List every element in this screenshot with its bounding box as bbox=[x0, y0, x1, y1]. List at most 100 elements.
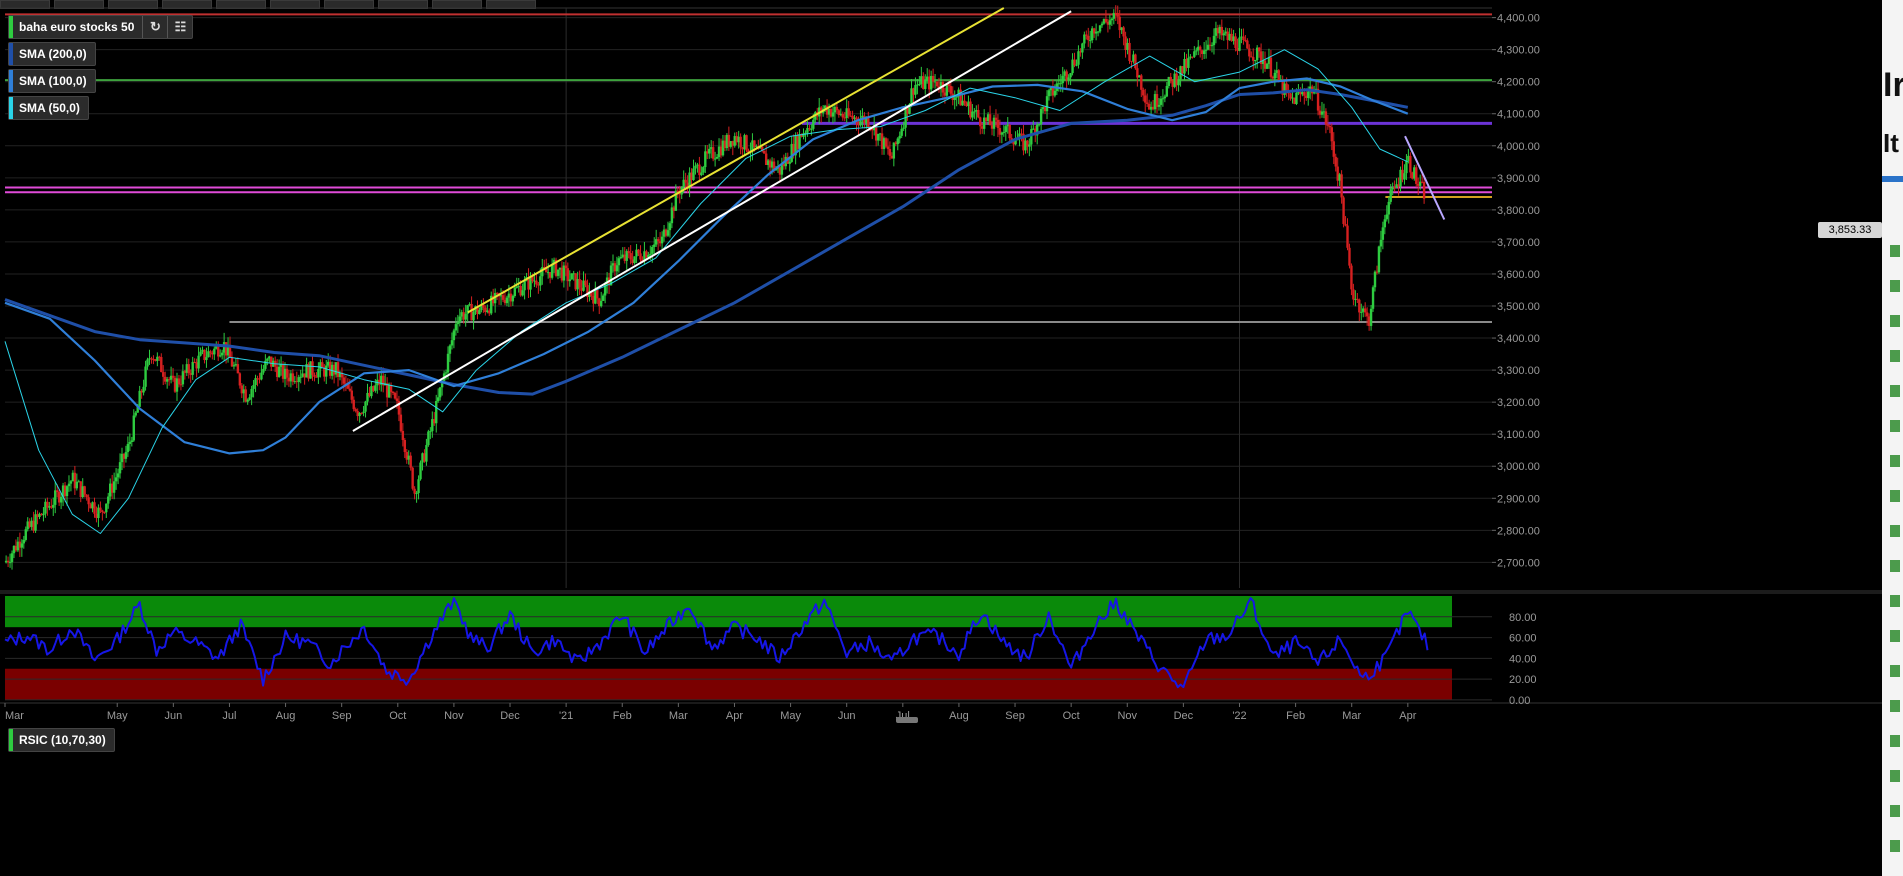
list-item[interactable] bbox=[1890, 630, 1900, 642]
side-panel-accent bbox=[1882, 176, 1903, 182]
sma100-legend[interactable]: SMA (100,0) bbox=[8, 69, 96, 93]
candle-body bbox=[299, 376, 302, 378]
candle-body bbox=[841, 114, 844, 118]
candle-body bbox=[694, 165, 697, 169]
candle-body bbox=[1346, 225, 1349, 248]
rsi-tick-label: 80.00 bbox=[1509, 612, 1537, 624]
candle-body bbox=[1422, 182, 1426, 199]
candle-body bbox=[1344, 223, 1347, 226]
candle-body bbox=[668, 223, 672, 231]
candle-body bbox=[617, 258, 621, 266]
price-chart[interactable]: 2,700.00 2,800.00 2,900.00 3,000.00 3,100.00… bbox=[0, 0, 1882, 876]
list-item[interactable] bbox=[1890, 245, 1900, 257]
candle-body bbox=[321, 362, 324, 368]
candle-body bbox=[660, 236, 664, 244]
list-item[interactable] bbox=[1890, 595, 1900, 607]
candle-body bbox=[1204, 49, 1208, 51]
price-tick-label: 3,900.00 bbox=[1497, 173, 1540, 185]
instrument-legend[interactable]: baha euro stocks 50 ↻ ☷ bbox=[8, 15, 194, 39]
list-item[interactable] bbox=[1890, 665, 1900, 677]
candle-body bbox=[354, 409, 357, 412]
candle-body bbox=[348, 388, 352, 391]
candle-body bbox=[584, 280, 587, 286]
candle-body bbox=[609, 265, 613, 286]
candle-body bbox=[649, 253, 652, 255]
rsi-legend[interactable]: RSIC (10,70,30) bbox=[8, 728, 115, 752]
candle-body bbox=[93, 502, 96, 514]
candle-body bbox=[427, 431, 430, 446]
side-panel-text: It bbox=[1883, 128, 1899, 158]
candle-body bbox=[205, 357, 208, 361]
candle-body bbox=[436, 397, 440, 402]
candle-body bbox=[464, 313, 467, 320]
time-tick-label: Oct bbox=[1063, 710, 1080, 722]
candle-body bbox=[931, 75, 935, 82]
list-item[interactable] bbox=[1890, 525, 1900, 537]
list-item[interactable] bbox=[1890, 280, 1900, 292]
candle-body bbox=[1165, 85, 1169, 97]
candle-body bbox=[1085, 34, 1088, 36]
candle-body bbox=[435, 401, 438, 424]
candle-body bbox=[1075, 64, 1078, 66]
rsi-tick-label: 20.00 bbox=[1509, 674, 1537, 686]
candle-body bbox=[248, 397, 251, 400]
time-tick-label: Nov bbox=[444, 710, 464, 722]
legend-label: RSIC (10,70,30) bbox=[19, 733, 106, 747]
list-item[interactable] bbox=[1890, 385, 1900, 397]
candle-body bbox=[513, 287, 516, 297]
candle-body bbox=[739, 136, 742, 148]
pane-splitter-handle[interactable] bbox=[896, 717, 918, 723]
candle-body bbox=[419, 462, 422, 480]
legend-label: SMA (200,0) bbox=[19, 47, 87, 61]
price-tick-label: 3,100.00 bbox=[1497, 429, 1540, 441]
candle-body bbox=[1248, 48, 1251, 57]
time-tick-label: Sep bbox=[332, 710, 352, 722]
candle-body bbox=[1365, 312, 1369, 317]
sma200-legend[interactable]: SMA (200,0) bbox=[8, 42, 96, 66]
candle-body bbox=[20, 543, 24, 548]
sma50-legend[interactable]: SMA (50,0) bbox=[8, 96, 89, 120]
candle-body bbox=[1081, 43, 1084, 53]
list-item[interactable] bbox=[1890, 805, 1900, 817]
candle-body bbox=[1087, 35, 1090, 41]
candle-body bbox=[291, 373, 295, 382]
time-tick-label: Mar bbox=[1342, 710, 1361, 722]
candle-body bbox=[262, 368, 265, 373]
candle-body bbox=[596, 289, 599, 299]
candle-body bbox=[238, 373, 242, 386]
candle-body bbox=[568, 279, 571, 282]
candle-body bbox=[1340, 174, 1343, 198]
list-item[interactable] bbox=[1890, 770, 1900, 782]
candle-body bbox=[438, 387, 442, 398]
time-tick-label: Jul bbox=[222, 710, 236, 722]
list-item[interactable] bbox=[1890, 840, 1900, 852]
candle-body bbox=[114, 477, 118, 482]
price-tick-label: 4,100.00 bbox=[1497, 109, 1540, 121]
candle-body bbox=[187, 364, 190, 374]
list-item[interactable] bbox=[1890, 560, 1900, 572]
list-item[interactable] bbox=[1890, 350, 1900, 362]
list-item[interactable] bbox=[1890, 420, 1900, 432]
list-item[interactable] bbox=[1890, 490, 1900, 502]
candle-body bbox=[847, 108, 850, 116]
list-item[interactable] bbox=[1890, 700, 1900, 712]
refresh-icon[interactable]: ↻ bbox=[142, 16, 167, 38]
candle-body bbox=[24, 529, 27, 540]
list-item[interactable] bbox=[1890, 455, 1900, 467]
list-item[interactable] bbox=[1890, 315, 1900, 327]
candle-body bbox=[1385, 214, 1388, 220]
candle-body bbox=[539, 276, 542, 286]
rsi-tick-label: 40.00 bbox=[1509, 653, 1537, 665]
rsi-tick-label: 60.00 bbox=[1509, 633, 1537, 645]
candle-body bbox=[1045, 96, 1049, 112]
candle-body bbox=[75, 481, 79, 489]
calendar-icon[interactable]: ☷ bbox=[167, 16, 192, 38]
candle-body bbox=[977, 110, 980, 118]
time-tick-label: Feb bbox=[1286, 710, 1305, 722]
list-item[interactable] bbox=[1890, 735, 1900, 747]
price-tick-label: 3,700.00 bbox=[1497, 237, 1540, 249]
candle-body bbox=[22, 539, 25, 544]
candle-body bbox=[973, 111, 976, 113]
trend-line bbox=[467, 7, 1005, 314]
candle-body bbox=[684, 179, 687, 183]
